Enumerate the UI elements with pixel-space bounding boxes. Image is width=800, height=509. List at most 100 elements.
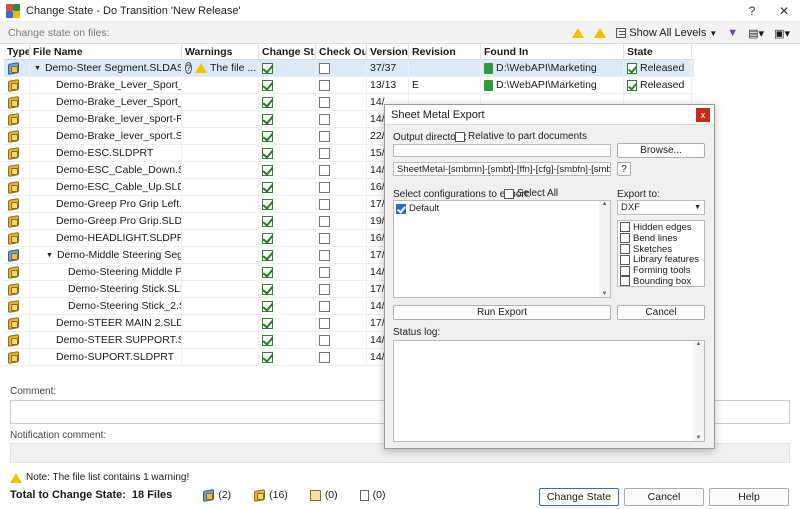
- part-icon: [7, 79, 19, 91]
- found-in-cell: D:\WebAPI\Marketing: [481, 59, 624, 77]
- check-out-checkbox[interactable]: [319, 62, 330, 74]
- check-out-checkbox[interactable]: [319, 232, 330, 244]
- relative-checkbox-box[interactable]: [455, 131, 465, 142]
- output-dir-input[interactable]: [393, 144, 611, 157]
- option-sketches[interactable]: Sketches: [618, 244, 704, 255]
- save-icon[interactable]: ▣▾: [772, 24, 792, 42]
- warning-filter-2-icon[interactable]: [592, 24, 608, 42]
- relative-checkbox[interactable]: Relative to part documents: [455, 131, 587, 142]
- change-state-checkbox[interactable]: [262, 215, 273, 227]
- change-state-checkbox[interactable]: [262, 198, 273, 210]
- check-out-checkbox[interactable]: [319, 79, 330, 91]
- change-state-checkbox[interactable]: [262, 351, 273, 363]
- comment-label: Comment:: [10, 386, 57, 397]
- dialog-cancel-button[interactable]: Cancel: [617, 305, 705, 320]
- warning-icon: [10, 472, 22, 483]
- check-out-checkbox[interactable]: [319, 164, 330, 176]
- option-bend-lines[interactable]: Bend lines: [618, 233, 704, 244]
- dialog-close-button[interactable]: x: [696, 108, 710, 122]
- check-out-checkbox[interactable]: [319, 317, 330, 329]
- total-count: 18 Files: [131, 489, 173, 501]
- cancel-button[interactable]: Cancel: [624, 488, 704, 506]
- col-version[interactable]: Version: [367, 44, 409, 59]
- check-out-checkbox[interactable]: [319, 215, 330, 227]
- change-state-checkbox[interactable]: [262, 300, 273, 312]
- expand-icon[interactable]: ▼: [46, 252, 53, 259]
- option-bounding-box[interactable]: Bounding box: [618, 276, 704, 287]
- change-state-checkbox[interactable]: [262, 181, 273, 193]
- check-out-checkbox[interactable]: [319, 198, 330, 210]
- change-state-checkbox[interactable]: [262, 79, 273, 91]
- col-file-name[interactable]: File Name: [30, 44, 182, 59]
- col-type[interactable]: Type: [4, 44, 30, 59]
- browse-button[interactable]: Browse...: [617, 143, 705, 158]
- warnings-cell: [182, 297, 259, 315]
- export-icon[interactable]: ▤▾: [746, 24, 766, 42]
- check-out-checkbox[interactable]: [319, 334, 330, 346]
- check-out-checkbox[interactable]: [319, 351, 330, 363]
- change-state-checkbox[interactable]: [262, 249, 273, 261]
- default-config-checkbox[interactable]: [396, 203, 406, 214]
- col-warnings[interactable]: Warnings: [182, 44, 259, 59]
- change-state-button[interactable]: Change State: [539, 488, 619, 506]
- check-out-checkbox[interactable]: [319, 266, 330, 278]
- type-cell: [4, 195, 30, 213]
- option-library-features[interactable]: Library features: [618, 254, 704, 265]
- change-state-checkbox[interactable]: [262, 317, 273, 329]
- help-button[interactable]: ?: [736, 0, 768, 22]
- change-state-checkbox[interactable]: [262, 334, 273, 346]
- option-forming-tools[interactable]: Forming tools: [618, 265, 704, 276]
- change-state-checkbox[interactable]: [262, 266, 273, 278]
- filter-icon[interactable]: ▼: [725, 24, 740, 42]
- expand-icon[interactable]: ▼: [34, 65, 41, 72]
- col-found-in[interactable]: Found In: [481, 44, 624, 59]
- chevron-down-icon: ▼: [709, 28, 718, 38]
- export-format-select[interactable]: DXF ▼: [617, 200, 705, 215]
- col-state[interactable]: State: [624, 44, 692, 59]
- change-state-checkbox[interactable]: [262, 130, 273, 142]
- change-state-checkbox[interactable]: [262, 96, 273, 108]
- change-state-checkbox[interactable]: [262, 113, 273, 125]
- change-state-checkbox[interactable]: [262, 232, 273, 244]
- select-all-checkbox[interactable]: Select All: [504, 188, 558, 199]
- close-button[interactable]: ✕: [768, 0, 800, 22]
- question-icon[interactable]: ?: [185, 62, 193, 74]
- option-hidden-edges[interactable]: Hidden edges: [618, 222, 704, 233]
- change-state-cell: [259, 297, 316, 315]
- check-out-checkbox[interactable]: [319, 113, 330, 125]
- col-check-out[interactable]: Check Out: [316, 44, 367, 59]
- change-state-checkbox[interactable]: [262, 147, 273, 159]
- count-drawings-value: (0): [324, 489, 338, 501]
- warning-icon: [195, 63, 208, 73]
- table-row[interactable]: ▼ Demo-Steer Segment.SLDASM? The file ... 3…: [4, 59, 694, 77]
- check-out-checkbox[interactable]: [319, 130, 330, 142]
- change-state-cell: [259, 280, 316, 298]
- table-row[interactable]: Demo-Brake_Lever_Sport_Rig... 13/13 E D:\We…: [4, 76, 694, 94]
- run-export-button[interactable]: Run Export: [393, 305, 611, 320]
- status-log-scrollbar[interactable]: ▲ ▼: [693, 341, 704, 441]
- state-cell: Released: [624, 76, 692, 94]
- config-scrollbar[interactable]: ▲ ▼: [599, 201, 610, 297]
- col-change-state[interactable]: Change St...: [259, 44, 316, 59]
- warning-filter-icon[interactable]: [570, 24, 586, 42]
- check-out-cell: [316, 127, 367, 145]
- check-out-checkbox[interactable]: [319, 283, 330, 295]
- found-in-cell: D:\WebAPI\Marketing: [481, 76, 624, 94]
- change-state-checkbox[interactable]: [262, 283, 273, 295]
- select-all-box[interactable]: [504, 188, 514, 199]
- change-state-checkbox[interactable]: [262, 62, 273, 74]
- col-revision[interactable]: Revision: [409, 44, 481, 59]
- check-out-cell: [316, 161, 367, 179]
- filename-pattern-input[interactable]: SheetMetal-[smbmn]-[smbt]-[ffn]-[cfg]-[s…: [393, 162, 611, 176]
- check-out-checkbox[interactable]: [319, 300, 330, 312]
- show-levels-button[interactable]: Show All Levels ▼: [614, 24, 719, 42]
- check-out-checkbox[interactable]: [319, 181, 330, 193]
- check-out-checkbox[interactable]: [319, 249, 330, 261]
- config-item-default[interactable]: Default: [394, 201, 610, 216]
- pattern-help-button[interactable]: ?: [617, 162, 631, 176]
- type-cell: [4, 263, 30, 281]
- check-out-checkbox[interactable]: [319, 147, 330, 159]
- help-bottom-button[interactable]: Help: [709, 488, 789, 506]
- change-state-checkbox[interactable]: [262, 164, 273, 176]
- check-out-checkbox[interactable]: [319, 96, 330, 108]
